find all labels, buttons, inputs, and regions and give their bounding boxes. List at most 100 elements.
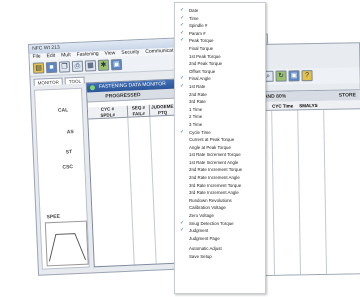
menu-item-snug-detection-torque[interactable]: ✓ Snug Detection Torque bbox=[175, 220, 265, 228]
menu-item-judgment[interactable]: ✓ Judgment bbox=[175, 227, 265, 235]
menu-item-label: Time bbox=[189, 15, 199, 21]
menu-item-offset-torque[interactable]: Offset Torque bbox=[175, 68, 265, 76]
refresh-icon[interactable]: ↻ bbox=[275, 70, 287, 82]
menu-item-label: 1st Rate bbox=[189, 83, 206, 89]
label-spee: SPEE bbox=[46, 213, 61, 221]
help-icon[interactable]: ? bbox=[301, 70, 313, 82]
menu-item-time[interactable]: ✓ Time bbox=[175, 15, 265, 23]
menu-mult[interactable]: Mult bbox=[61, 52, 71, 59]
checkmark-icon: ✓ bbox=[180, 227, 185, 234]
menu-item-2nd-peak-torque[interactable]: 2nd Peak Torque bbox=[175, 60, 265, 68]
monitor-icon[interactable]: ▣ bbox=[110, 58, 123, 71]
menu-item-1st-peak-torque[interactable]: 1st Peak Torque bbox=[175, 53, 265, 61]
tab-tool[interactable]: TOOL bbox=[64, 76, 86, 85]
menu-item-label: 3rd Rate Increment Angle bbox=[189, 190, 239, 196]
menu-item-3rd-rate-increment-angle[interactable]: 3rd Rate Increment Angle bbox=[175, 189, 265, 197]
menu-item-label: 1 Time bbox=[189, 106, 203, 112]
menu-item-param[interactable]: ✓ Param # bbox=[175, 30, 265, 38]
menu-item-label: Angle at Peak Torque bbox=[189, 144, 231, 150]
menu-item-judgment-page[interactable]: Judgment Page bbox=[175, 235, 265, 243]
col-header-cyc[interactable]: CYC # SPDL# bbox=[87, 105, 129, 119]
col-header-cyc-time[interactable]: CYC Time bbox=[272, 101, 293, 109]
menu-item-label: Judgment bbox=[189, 228, 209, 234]
label-as: AS bbox=[66, 129, 74, 136]
menu-item-label: Peak Torque bbox=[189, 38, 214, 44]
menu-item-label: 3rd Rate bbox=[189, 99, 206, 105]
menu-item-1-time[interactable]: 1 Time bbox=[175, 106, 265, 114]
menu-item-save-setup[interactable]: Save Setup bbox=[175, 253, 265, 261]
menu-item-label: 2nd Rate bbox=[189, 91, 207, 97]
menu-item-label: Final Torque bbox=[189, 45, 214, 51]
checkmark-icon: ✓ bbox=[180, 37, 185, 44]
menu-view[interactable]: View bbox=[104, 50, 115, 57]
col-header-smalys[interactable]: SMALYS bbox=[299, 101, 317, 109]
menu-security[interactable]: Security bbox=[121, 49, 139, 57]
menu-item-final-angle[interactable]: ✓ Final Angle bbox=[175, 75, 265, 83]
menu-item-spindle[interactable]: ✓ Spindle # bbox=[175, 22, 265, 30]
menu-item-2nd-rate[interactable]: 2nd Rate bbox=[175, 91, 265, 99]
menu-file[interactable]: File bbox=[32, 53, 40, 60]
menu-item-rundown-revolutions[interactable]: Rundown Revolutions bbox=[175, 197, 265, 205]
menu-item-label: 2 Time bbox=[189, 114, 203, 120]
menu-fastening[interactable]: Fastening bbox=[77, 51, 99, 59]
menu-item-3rd-rate-increment-torque[interactable]: 3rd Rate Increment Torque bbox=[175, 182, 265, 190]
menu-edit[interactable]: Edit bbox=[46, 53, 55, 60]
menu-item-label: Automatic Adjust bbox=[189, 246, 222, 252]
menu-item-1st-rate-increment-torque[interactable]: 1st Rate Increment Torque bbox=[175, 151, 265, 159]
checkmark-icon: ✓ bbox=[180, 14, 185, 21]
secondary-grid-body bbox=[260, 109, 360, 275]
calculator-icon[interactable]: ▦ bbox=[84, 60, 97, 72]
tab-monitor[interactable]: MONITOR bbox=[33, 77, 63, 86]
menu-item-automatic-adjust[interactable]: Automatic Adjust bbox=[175, 245, 265, 253]
menu-item-final-torque[interactable]: Final Torque bbox=[175, 45, 265, 53]
label-csc: CSC bbox=[62, 164, 74, 171]
menu-item-2nd-rate-increment-angle[interactable]: 2nd Rate Increment Angle bbox=[175, 174, 265, 182]
menu-item-2nd-rate-increment-torque[interactable]: 2nd Rate Increment Torque bbox=[175, 166, 265, 174]
menu-item-label: Rundown Revolutions bbox=[189, 197, 232, 203]
menu-item-current-at-peak-torque[interactable]: Current at Peak Torque bbox=[175, 136, 265, 144]
menu-item-label: Date bbox=[189, 8, 199, 13]
checkmark-icon: ✓ bbox=[180, 128, 185, 135]
header-and: AND 80% bbox=[263, 93, 287, 100]
copy-icon[interactable]: ❐ bbox=[58, 61, 71, 73]
menu-item-label: Final Angle bbox=[189, 76, 211, 82]
menu-item-1st-rate-increment-angle[interactable]: 1st Rate Increment Angle bbox=[175, 159, 265, 167]
menu-item-label: 1st Peak Torque bbox=[189, 53, 221, 59]
menu-item-zero-voltage[interactable]: Zero Voltage bbox=[175, 212, 265, 220]
label-st: ST bbox=[65, 149, 73, 156]
menu-item-label: Current at Peak Torque bbox=[189, 137, 235, 143]
screenshot-stage: NFC Wt 213 File Edit Mult Fastening View Secu… bbox=[0, 0, 360, 297]
menu-item-label: Offset Torque bbox=[189, 68, 216, 74]
menu-communicat[interactable]: Communicat bbox=[145, 48, 173, 56]
menu-item-label: Param # bbox=[189, 30, 206, 36]
col-header-seq[interactable]: SEQ # FAIL# bbox=[127, 104, 151, 117]
menu-item-date[interactable]: ✓ Date bbox=[175, 7, 265, 15]
menu-item-cycle-time[interactable]: ✓ Cycle Time bbox=[175, 129, 265, 137]
menu-item-label: 3rd Rate Increment Torque bbox=[189, 182, 242, 188]
menu-item-2-time[interactable]: 2 Time bbox=[175, 113, 265, 121]
checkmark-icon: ✓ bbox=[180, 82, 185, 89]
menu-item-3-time[interactable]: 3 Time bbox=[175, 121, 265, 129]
col-header-judgement[interactable]: JUDGEME PTQ bbox=[149, 103, 177, 116]
open-folder-icon[interactable]: ▤ bbox=[32, 62, 45, 74]
column-select-menu: ✓ Date ✓ Time ✓ Spindle # ✓ Param # ✓ Peak Torque… bbox=[174, 2, 266, 294]
checkmark-icon: ✓ bbox=[180, 7, 185, 13]
menu-item-angle-at-peak-torque[interactable]: Angle at Peak Torque bbox=[175, 144, 265, 152]
settings-icon[interactable]: ✱ bbox=[97, 59, 110, 71]
save-icon[interactable]: ■ bbox=[45, 61, 58, 74]
checkmark-icon: ✓ bbox=[180, 75, 185, 82]
secondary-grid[interactable]: AND 80% STORE CYC Time SMALYS bbox=[259, 89, 360, 275]
menu-item-calibration-voltage[interactable]: Calibration Voltage bbox=[175, 204, 265, 212]
menu-item-peak-torque[interactable]: ✓ Peak Torque bbox=[175, 37, 265, 45]
print-icon[interactable]: ⎙ bbox=[71, 60, 84, 73]
label-cal: CAL bbox=[57, 107, 69, 114]
export-icon[interactable]: ▣ bbox=[288, 70, 300, 82]
menu-item-3rd-rate[interactable]: 3rd Rate bbox=[175, 98, 265, 106]
menu-item-label: Zero Voltage bbox=[189, 213, 214, 219]
monitor-title: FASTENING DATA MONITOR bbox=[98, 81, 166, 90]
menu-item-label: 2nd Rate Increment Torque bbox=[189, 167, 243, 173]
menu-item-label: Judgment Page bbox=[189, 235, 220, 241]
menu-item-1st-rate[interactable]: ✓ 1st Rate bbox=[175, 83, 265, 91]
secondary-toolbar: ⌕ ↻ ▣ ? bbox=[259, 67, 360, 85]
menu-item-label: Spindle # bbox=[189, 23, 208, 29]
